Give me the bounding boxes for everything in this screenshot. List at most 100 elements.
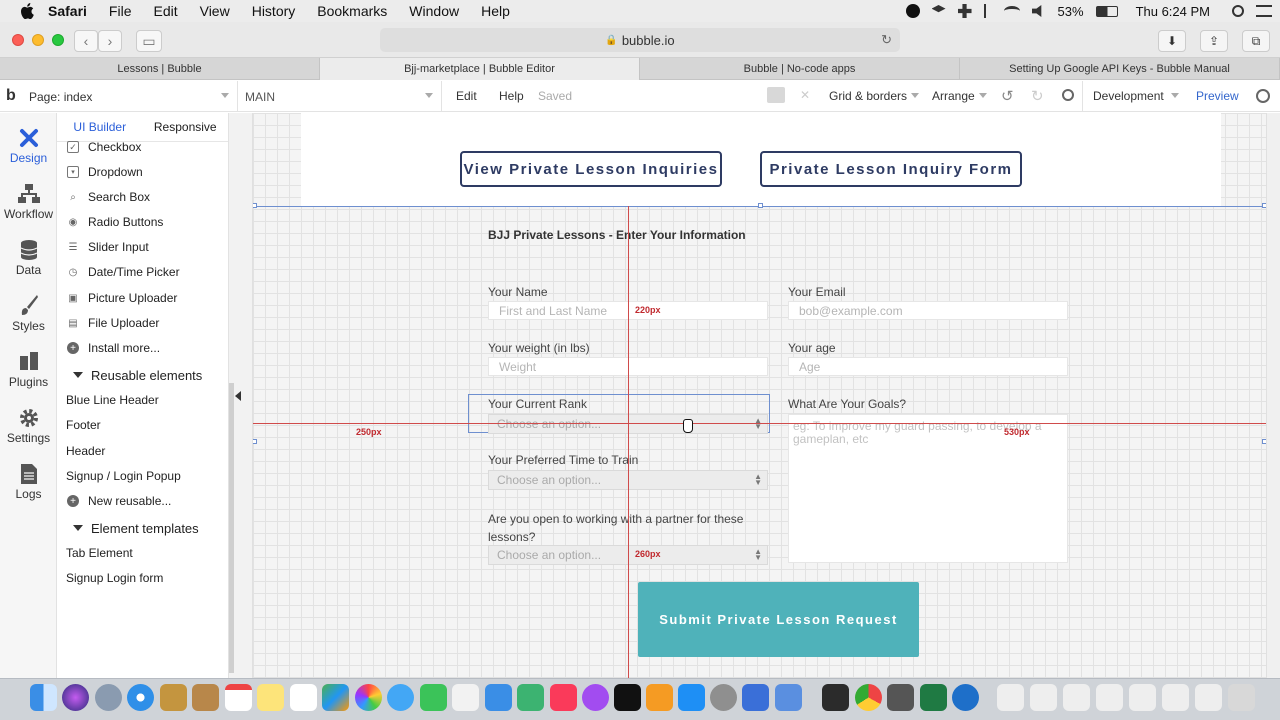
app-store-icon[interactable] [678, 684, 705, 711]
tabs-overview-icon[interactable]: ⧉ [1242, 30, 1270, 52]
reusable-item[interactable]: Header [57, 440, 228, 462]
editor-canvas[interactable]: View Private Lesson Inquiries Private Le… [253, 113, 1266, 678]
age-input[interactable]: Age [788, 357, 1068, 376]
plus-box-icon[interactable] [957, 4, 972, 18]
menu-view[interactable]: View [200, 3, 230, 19]
notification-center-icon[interactable] [1256, 5, 1272, 17]
nav-workflow[interactable]: Workflow [0, 169, 57, 221]
launchpad-icon[interactable] [95, 684, 122, 711]
minimized-window-icon[interactable] [1195, 684, 1222, 711]
element-slider-input[interactable]: ☰ Slider Input [57, 236, 228, 258]
facetime-icon[interactable] [420, 684, 447, 711]
clock[interactable]: Thu 6:24 PM [1136, 4, 1210, 19]
menu-help[interactable]: Help [481, 3, 510, 19]
chevron-down-icon[interactable] [911, 93, 919, 98]
keynote-icon[interactable] [485, 684, 512, 711]
chevron-down-icon[interactable] [1171, 93, 1179, 98]
screen-share-icon[interactable] [742, 684, 769, 711]
nav-plugins[interactable]: Plugins [0, 337, 57, 389]
collapse-panel-icon[interactable] [235, 391, 241, 401]
resize-handle[interactable] [253, 203, 257, 208]
minimized-window-icon[interactable] [1096, 684, 1123, 711]
minimized-window-icon[interactable] [1030, 684, 1057, 711]
music-icon[interactable] [550, 684, 577, 711]
contacts-icon[interactable] [160, 684, 187, 711]
preview-button[interactable]: Preview [1196, 89, 1239, 103]
notes-app-icon[interactable] [192, 684, 219, 711]
view-selector[interactable]: MAIN [245, 90, 275, 104]
resize-handle[interactable] [758, 203, 763, 208]
resize-handle[interactable] [253, 439, 257, 444]
element-file-uploader[interactable]: ▤ File Uploader [57, 312, 228, 334]
notes-icon[interactable] [257, 684, 284, 711]
address-bar[interactable]: 🔒 bubble.io ↻ [380, 28, 900, 52]
bubble-logo[interactable]: b [6, 87, 16, 105]
close-window-button[interactable] [12, 34, 24, 46]
textedit-icon[interactable] [452, 684, 479, 711]
nav-design[interactable]: Design [0, 113, 57, 165]
trash-icon[interactable] [1228, 684, 1255, 711]
photos-icon[interactable] [322, 684, 349, 711]
menu-history[interactable]: History [252, 3, 296, 19]
tab-bubble-nocode[interactable]: Bubble | No-code apps [640, 58, 960, 80]
chrome-icon[interactable] [855, 684, 882, 711]
sidebar-toggle-icon[interactable]: ▭ [136, 30, 162, 52]
template-item[interactable]: Tab Element [57, 542, 228, 564]
reload-icon[interactable]: ↻ [881, 32, 892, 48]
pin-icon[interactable]: ✕ [800, 88, 810, 102]
dropbox-icon[interactable] [931, 5, 946, 13]
page-selector[interactable]: Page: index [29, 90, 92, 104]
account-icon[interactable] [1256, 89, 1270, 103]
record-icon[interactable] [905, 4, 920, 18]
element-dropdown[interactable]: ▾ Dropdown [57, 161, 228, 183]
help-menu[interactable]: Help [499, 89, 524, 103]
reusable-item[interactable]: Signup / Login Popup [57, 465, 228, 487]
element-checkbox[interactable]: ✓ Checkbox [57, 136, 228, 158]
environment-selector[interactable]: Development [1093, 89, 1164, 103]
tab-google-api[interactable]: Setting Up Google API Keys - Bubble Manu… [960, 58, 1280, 80]
spotlight-search-icon[interactable] [1232, 5, 1244, 17]
podcasts-icon[interactable] [582, 684, 609, 711]
reminders-icon[interactable] [290, 684, 317, 711]
downloads-icon[interactable]: ⬇ [1158, 30, 1186, 52]
canvas-scrollbar[interactable] [1266, 113, 1280, 678]
finder-icon[interactable] [30, 684, 57, 711]
element-templates-header[interactable]: Element templates [57, 517, 228, 539]
tv-icon[interactable] [614, 684, 641, 711]
element-radio-buttons[interactable]: ◉ Radio Buttons [57, 211, 228, 233]
acrobat-icon[interactable] [822, 684, 849, 711]
search-icon[interactable] [1062, 89, 1074, 101]
gift-icon[interactable] [767, 87, 785, 103]
ableton-live-icon[interactable] [887, 684, 914, 711]
nav-data[interactable]: Data [0, 225, 57, 277]
volume-icon[interactable] [1031, 5, 1042, 17]
numbers-icon[interactable] [517, 684, 544, 711]
battery-icon[interactable] [1095, 5, 1118, 17]
redo-icon[interactable]: ↻ [1031, 87, 1044, 105]
nav-logs[interactable]: Logs [0, 449, 57, 501]
bluetooth-icon[interactable] [983, 4, 992, 18]
install-more-link[interactable]: + Install more... [57, 337, 228, 359]
menu-file[interactable]: File [109, 3, 132, 19]
grid-borders-menu[interactable]: Grid & borders [829, 89, 907, 103]
minimize-window-button[interactable] [32, 34, 44, 46]
menu-app-name[interactable]: Safari [48, 3, 87, 19]
photos-app-icon[interactable] [355, 684, 382, 711]
tab-bubble-editor[interactable]: Bjj-marketplace | Bubble Editor [320, 58, 640, 80]
system-preferences-icon[interactable] [710, 684, 737, 711]
minimized-window-icon[interactable] [997, 684, 1024, 711]
reusable-item[interactable]: Blue Line Header [57, 389, 228, 411]
panel-scrollbar[interactable] [229, 113, 253, 678]
calendar-icon[interactable] [225, 684, 252, 711]
chevron-down-icon[interactable] [979, 93, 987, 98]
apple-icon[interactable] [18, 2, 36, 20]
preview-app-icon[interactable] [775, 684, 802, 711]
new-reusable-link[interactable]: + New reusable... [57, 490, 228, 512]
nav-styles[interactable]: Styles [0, 281, 57, 333]
siri-icon[interactable] [62, 684, 89, 711]
excel-icon[interactable] [920, 684, 947, 711]
menu-window[interactable]: Window [409, 3, 459, 19]
reusable-item[interactable]: Footer [57, 414, 228, 436]
reusable-elements-header[interactable]: Reusable elements [57, 364, 228, 386]
minimized-window-icon[interactable] [1063, 684, 1090, 711]
